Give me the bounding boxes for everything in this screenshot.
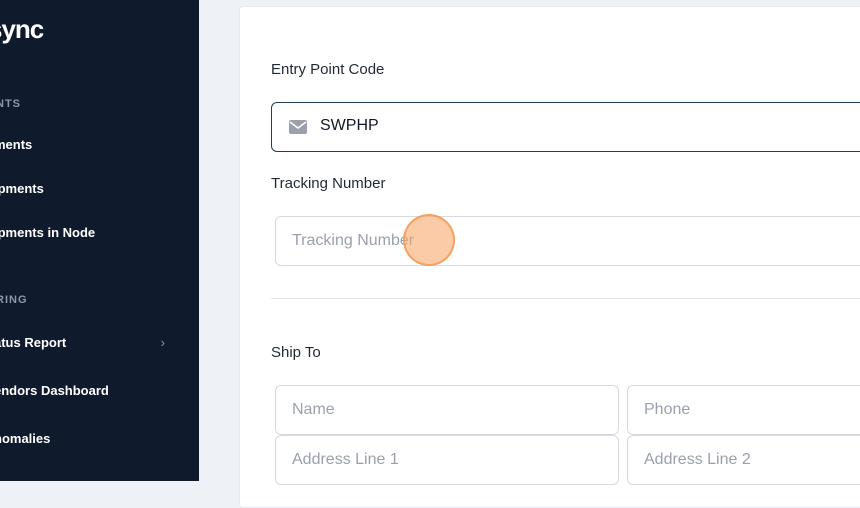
ship-to-address-line-2-input[interactable]: Address Line 2 [627,435,860,485]
entry-point-code-value: SWPHP [320,117,379,134]
entry-point-code-label: Entry Point Code [271,61,385,78]
ship-to-phone-input[interactable]: Phone [627,385,860,435]
sidebar-item-label: atus Report [0,335,67,350]
entry-point-code-field[interactable]: SWPHP [271,102,860,152]
sidebar-section-label: RING [0,294,28,306]
sidebar-item-shipments-2[interactable]: ipments [0,179,179,199]
phone-placeholder: Phone [644,401,691,418]
address-line-2-placeholder: Address Line 2 [644,451,751,468]
sidebar-item-anomalies[interactable]: nomalies [0,429,179,449]
chevron-right-icon: › [160,335,165,350]
app-logo: sync [0,14,44,44]
ship-to-name-input[interactable]: Name [275,385,619,435]
envelope-icon [289,120,307,134]
sidebar-item-status-report[interactable]: atus Report › [0,333,179,353]
sidebar-section-label: NTS [0,98,21,110]
sidebar: sync NTS ments ipments ipments in Node R… [0,0,199,481]
name-placeholder: Name [292,401,335,418]
sidebar-item-shipments[interactable]: ments [0,135,179,155]
click-indicator [403,214,455,266]
tracking-number-input[interactable]: Tracking Number [275,216,860,266]
tracking-number-label: Tracking Number [271,175,386,192]
ship-to-address-line-1-input[interactable]: Address Line 1 [275,435,619,485]
section-divider [271,298,860,299]
ship-to-label: Ship To [271,344,321,361]
sidebar-item-shipments-in-node[interactable]: ipments in Node [0,223,179,243]
tracking-number-placeholder: Tracking Number [292,232,415,249]
sidebar-item-vendors-dashboard[interactable]: endors Dashboard [0,381,179,401]
address-line-1-placeholder: Address Line 1 [292,451,399,468]
